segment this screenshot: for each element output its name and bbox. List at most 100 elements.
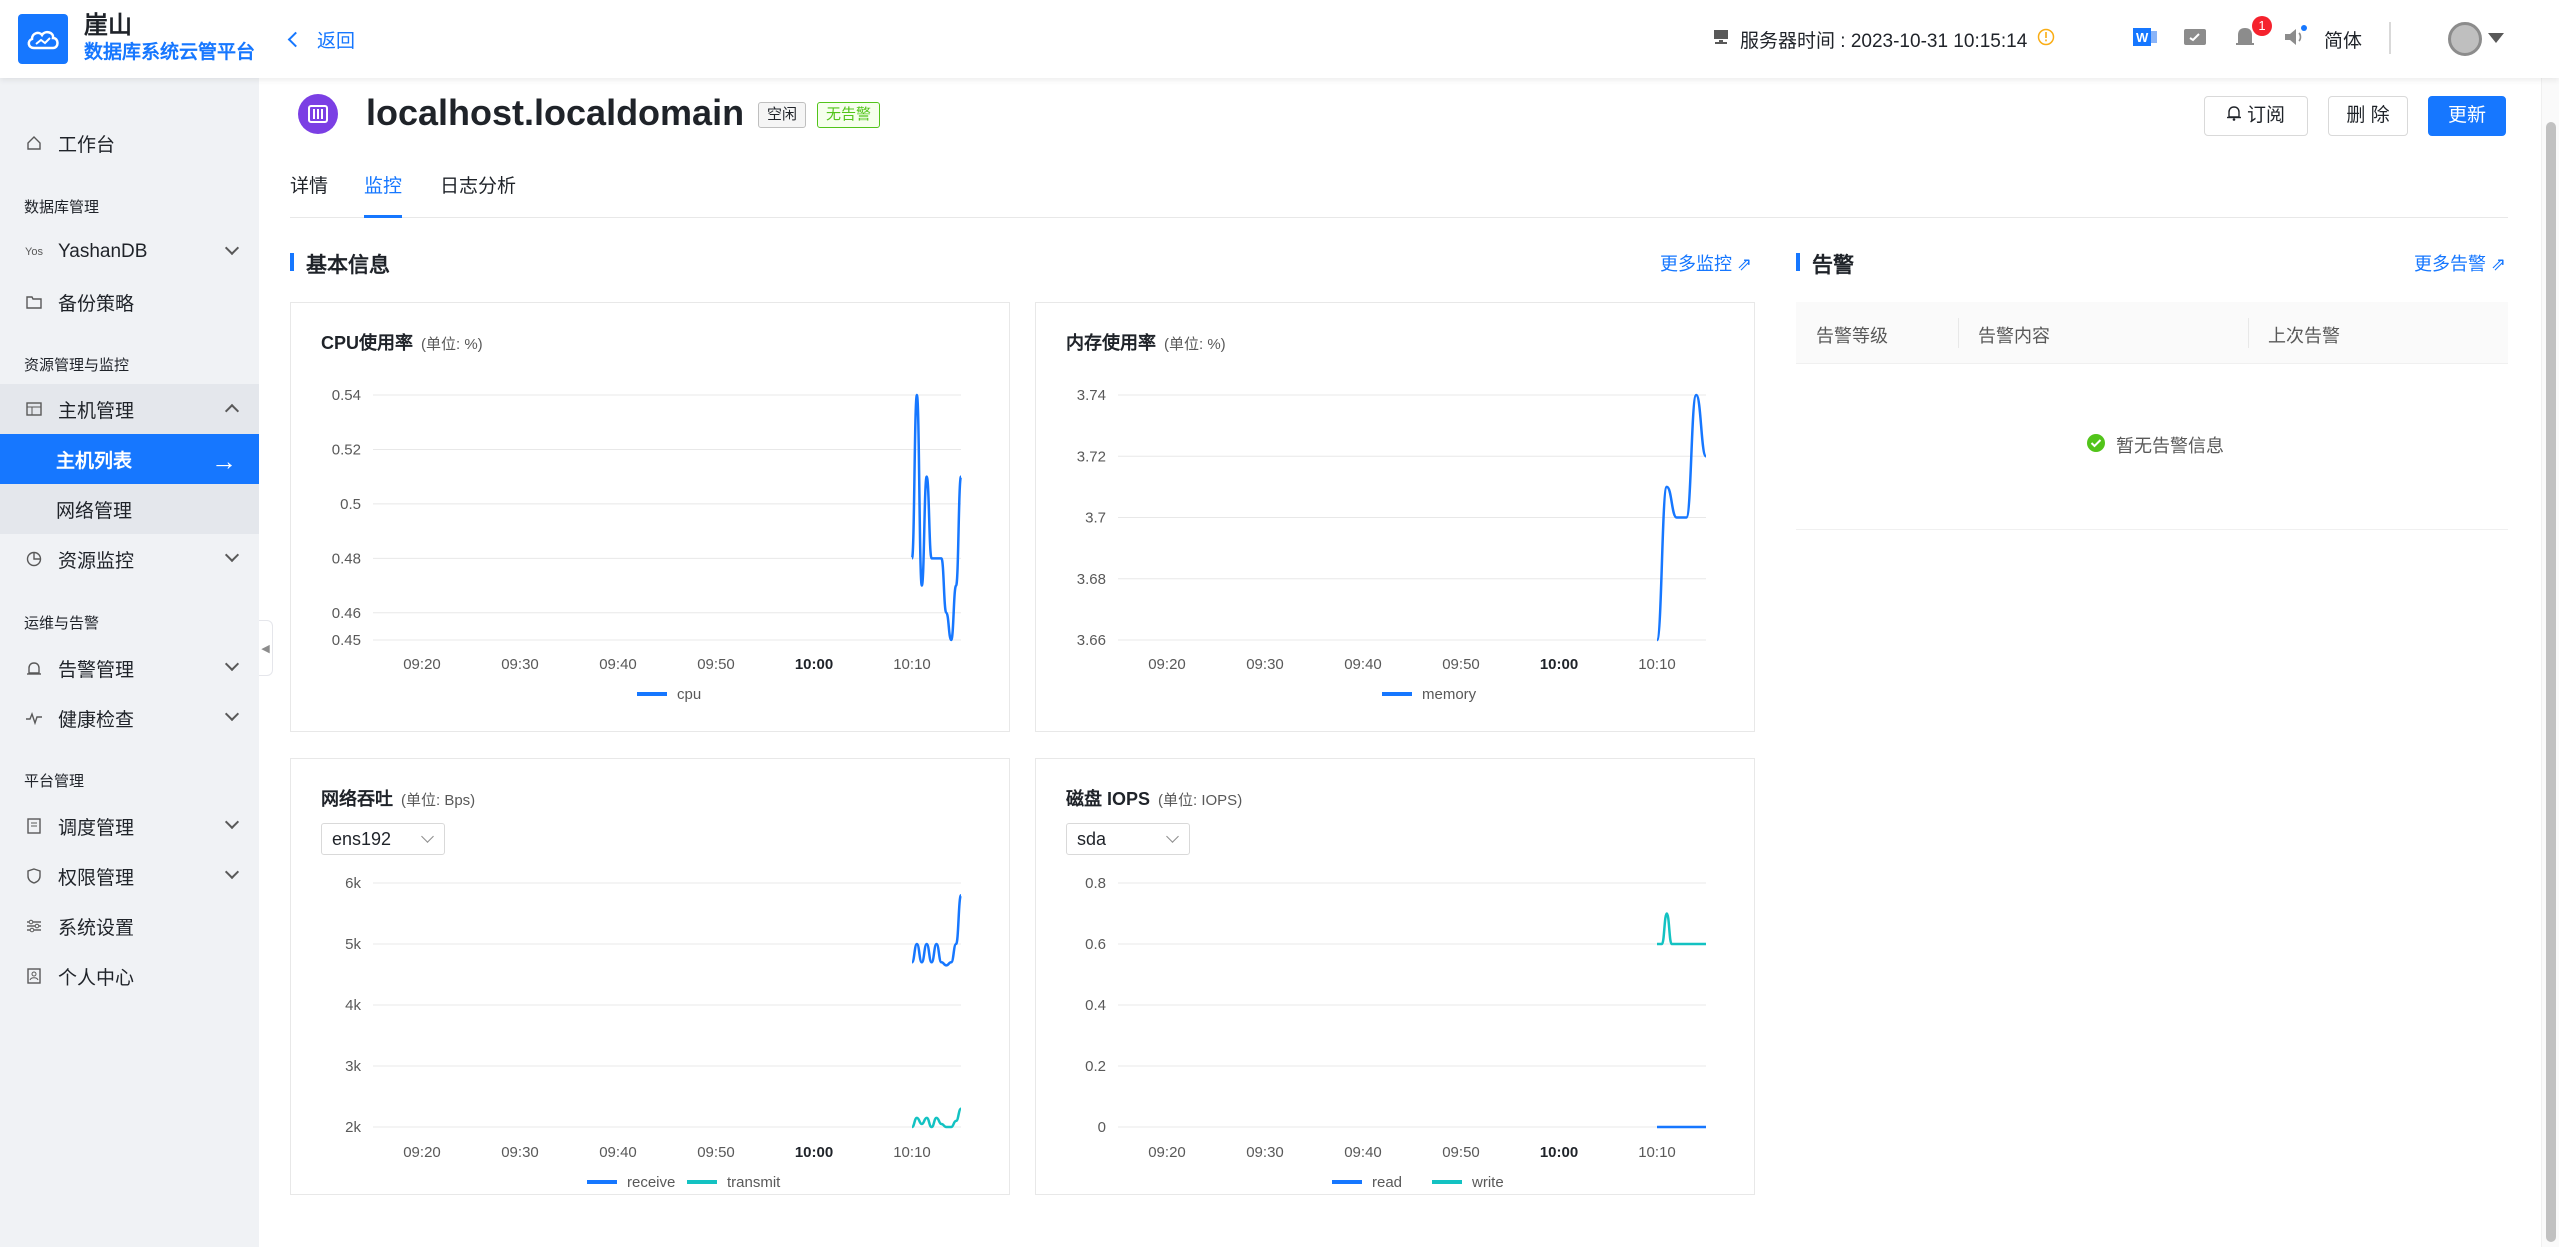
chevron-down-icon [224,864,240,880]
sidebar-item-health[interactable]: 健康检查 [0,693,259,743]
cloud-logo-icon [18,14,68,64]
x-tick-label: 10:00 [795,1144,833,1161]
sidebar-item-network[interactable]: 网络管理 [0,484,259,534]
sidebar: 工作台 数据库管理 Yos YashanDB 备份策略 资源管理与监控 主机管理… [0,78,259,1247]
network-throughput-card: 网络吞吐 (单位: Bps) ens192 6k 5k 4k 3k 2k 09:20 09:3… [290,758,1010,1195]
user-avatar[interactable] [2448,22,2482,56]
y-tick-label: 0.46 [332,605,361,622]
y-tick-label: 0.2 [1085,1058,1106,1075]
sidebar-item-permission[interactable]: 权限管理 [0,851,259,901]
speaker-icon[interactable] [2278,20,2312,54]
x-tick-label: 09:50 [697,656,735,673]
sidebar-item-label: 健康检查 [58,709,135,731]
y-tick-label: 3.66 [1077,632,1106,649]
x-tick-label: 09:30 [1246,1144,1284,1161]
top-header: 崖山 数据库系统云管平台 返回 服务器时间 : 2023-10-31 10:15… [0,0,2559,78]
legend-label-receive: receive [627,1174,675,1191]
sidebar-item-personal[interactable]: 个人中心 [0,951,259,1001]
x-tick-label: 09:50 [697,1144,735,1161]
word-doc-icon[interactable]: W [2128,20,2162,54]
brand-subtitle: 数据库系统云管平台 [84,42,256,63]
sidebar-item-res-monitor[interactable]: 资源监控 [0,534,259,584]
y-tick-label: 0.52 [332,441,361,458]
scroll-thumb[interactable] [2546,122,2556,1242]
info-icon[interactable] [2037,28,2055,52]
sidebar-item-host-mgmt[interactable]: 主机管理 [0,384,259,434]
pie-chart-icon [24,549,44,569]
y-tick-label: 0.48 [332,550,361,567]
tab-log-analysis[interactable]: 日志分析 [440,170,516,218]
subscribe-label: 订阅 [2246,105,2285,127]
y-tick-label: 2k [345,1119,361,1136]
bell-icon[interactable]: 1 [2228,16,2272,54]
x-tick-label: 10:00 [1540,1144,1578,1161]
x-tick-label: 10:10 [1638,1144,1676,1161]
sidebar-item-label: 调度管理 [58,817,135,839]
sidebar-item-host-list[interactable]: 主机列表 → [0,434,259,484]
tab-bar: 详情 监控 日志分析 [290,170,2508,218]
x-tick-label: 09:20 [1148,1144,1186,1161]
sidebar-item-label: 告警管理 [58,659,135,681]
more-monitor-link[interactable]: 更多监控 ⇗ [1660,250,1752,276]
chevron-down-icon [224,656,240,672]
y-tick-label: 0.5 [340,496,361,513]
y-tick-label: 5k [345,936,361,953]
chevron-down-icon [224,814,240,830]
language-switch[interactable]: 简体 [2324,26,2362,53]
tab-details[interactable]: 详情 [290,170,328,218]
sidebar-item-alarm[interactable]: 告警管理 [0,643,259,693]
bell-icon [2226,97,2241,135]
notification-badge: 1 [2252,16,2272,36]
alarm-table: 告警等级 告警内容 上次告警 暂无告警信息 [1796,302,2508,530]
disk-iops-chart: 0.8 0.6 0.4 0.2 0 09:20 09:30 09:40 09:50 10:00 10… [1085,875,1706,1191]
chevron-down-icon [224,240,240,256]
alarm-icon [24,658,44,678]
host-icon [298,94,338,134]
sidebar-item-label: 主机列表 [56,450,133,472]
folder-icon [24,292,44,312]
subscribe-button[interactable]: 订阅 [2204,96,2308,136]
back-label: 返回 [317,31,356,52]
y-tick-label: 3.72 [1077,448,1106,465]
header-divider [2389,22,2391,54]
sidebar-group-db: 数据库管理 [24,199,100,216]
page-scrollbar[interactable] [2541,78,2559,1247]
sidebar-item-settings[interactable]: 系统设置 [0,901,259,951]
x-tick-label: 10:00 [1540,656,1578,673]
legend-label-transmit: transmit [727,1174,781,1191]
check-circle-icon [2086,433,2106,458]
chevron-down-icon [224,547,240,563]
more-alarm-label: 更多告警 [2414,254,2486,274]
y-tick-label: 0.45 [332,632,361,649]
col-last-alarm: 上次告警 [2268,326,2340,346]
x-tick-label: 09:50 [1442,656,1480,673]
update-button[interactable]: 更新 [2428,96,2506,136]
sidebar-item-schedule[interactable]: 调度管理 [0,801,259,851]
arrow-right-icon: → [211,446,237,476]
sidebar-item-label: YashanDB [58,241,148,262]
shield-icon [24,866,44,886]
caret-down-icon[interactable] [2488,33,2504,43]
x-tick-label: 09:40 [599,1144,637,1161]
delete-button[interactable]: 删 除 [2328,96,2408,136]
network-throughput-chart: 6k 5k 4k 3k 2k 09:20 09:30 09:40 09:50 10:00 10:10… [345,875,963,1191]
heartbeat-icon [24,708,44,728]
sidebar-item-label: 资源监控 [58,550,135,572]
tab-monitor[interactable]: 监控 [364,170,403,218]
status-badge-idle: 空闲 [758,102,807,128]
home-icon [24,133,44,153]
memory-usage-chart: 3.74 3.72 3.7 3.68 3.66 09:20 09:30 09:40 09:50 1… [1077,387,1708,703]
more-alarm-link[interactable]: 更多告警 ⇗ [2414,250,2506,276]
brand[interactable]: 崖山 数据库系统云管平台 [18,12,255,66]
sidebar-item-backup[interactable]: 备份策略 [0,277,259,327]
sidebar-item-yashandb[interactable]: Yos YashanDB [0,227,259,277]
sidebar-collapse-toggle[interactable]: ◀ [259,620,273,676]
back-link[interactable]: 返回 [287,26,356,53]
user-card-icon [24,966,44,986]
sidebar-item-workbench[interactable]: 工作台 [0,118,259,168]
terminal-icon[interactable] [2178,20,2212,54]
x-tick-label: 10:10 [893,1144,931,1161]
x-tick-label: 09:40 [1344,656,1382,673]
page-title: localhost.localdomain [366,92,745,133]
disk-iops-card: 磁盘 IOPS (单位: IOPS) sda 0.8 0.6 0.4 0.2 0 09:20… [1035,758,1755,1195]
